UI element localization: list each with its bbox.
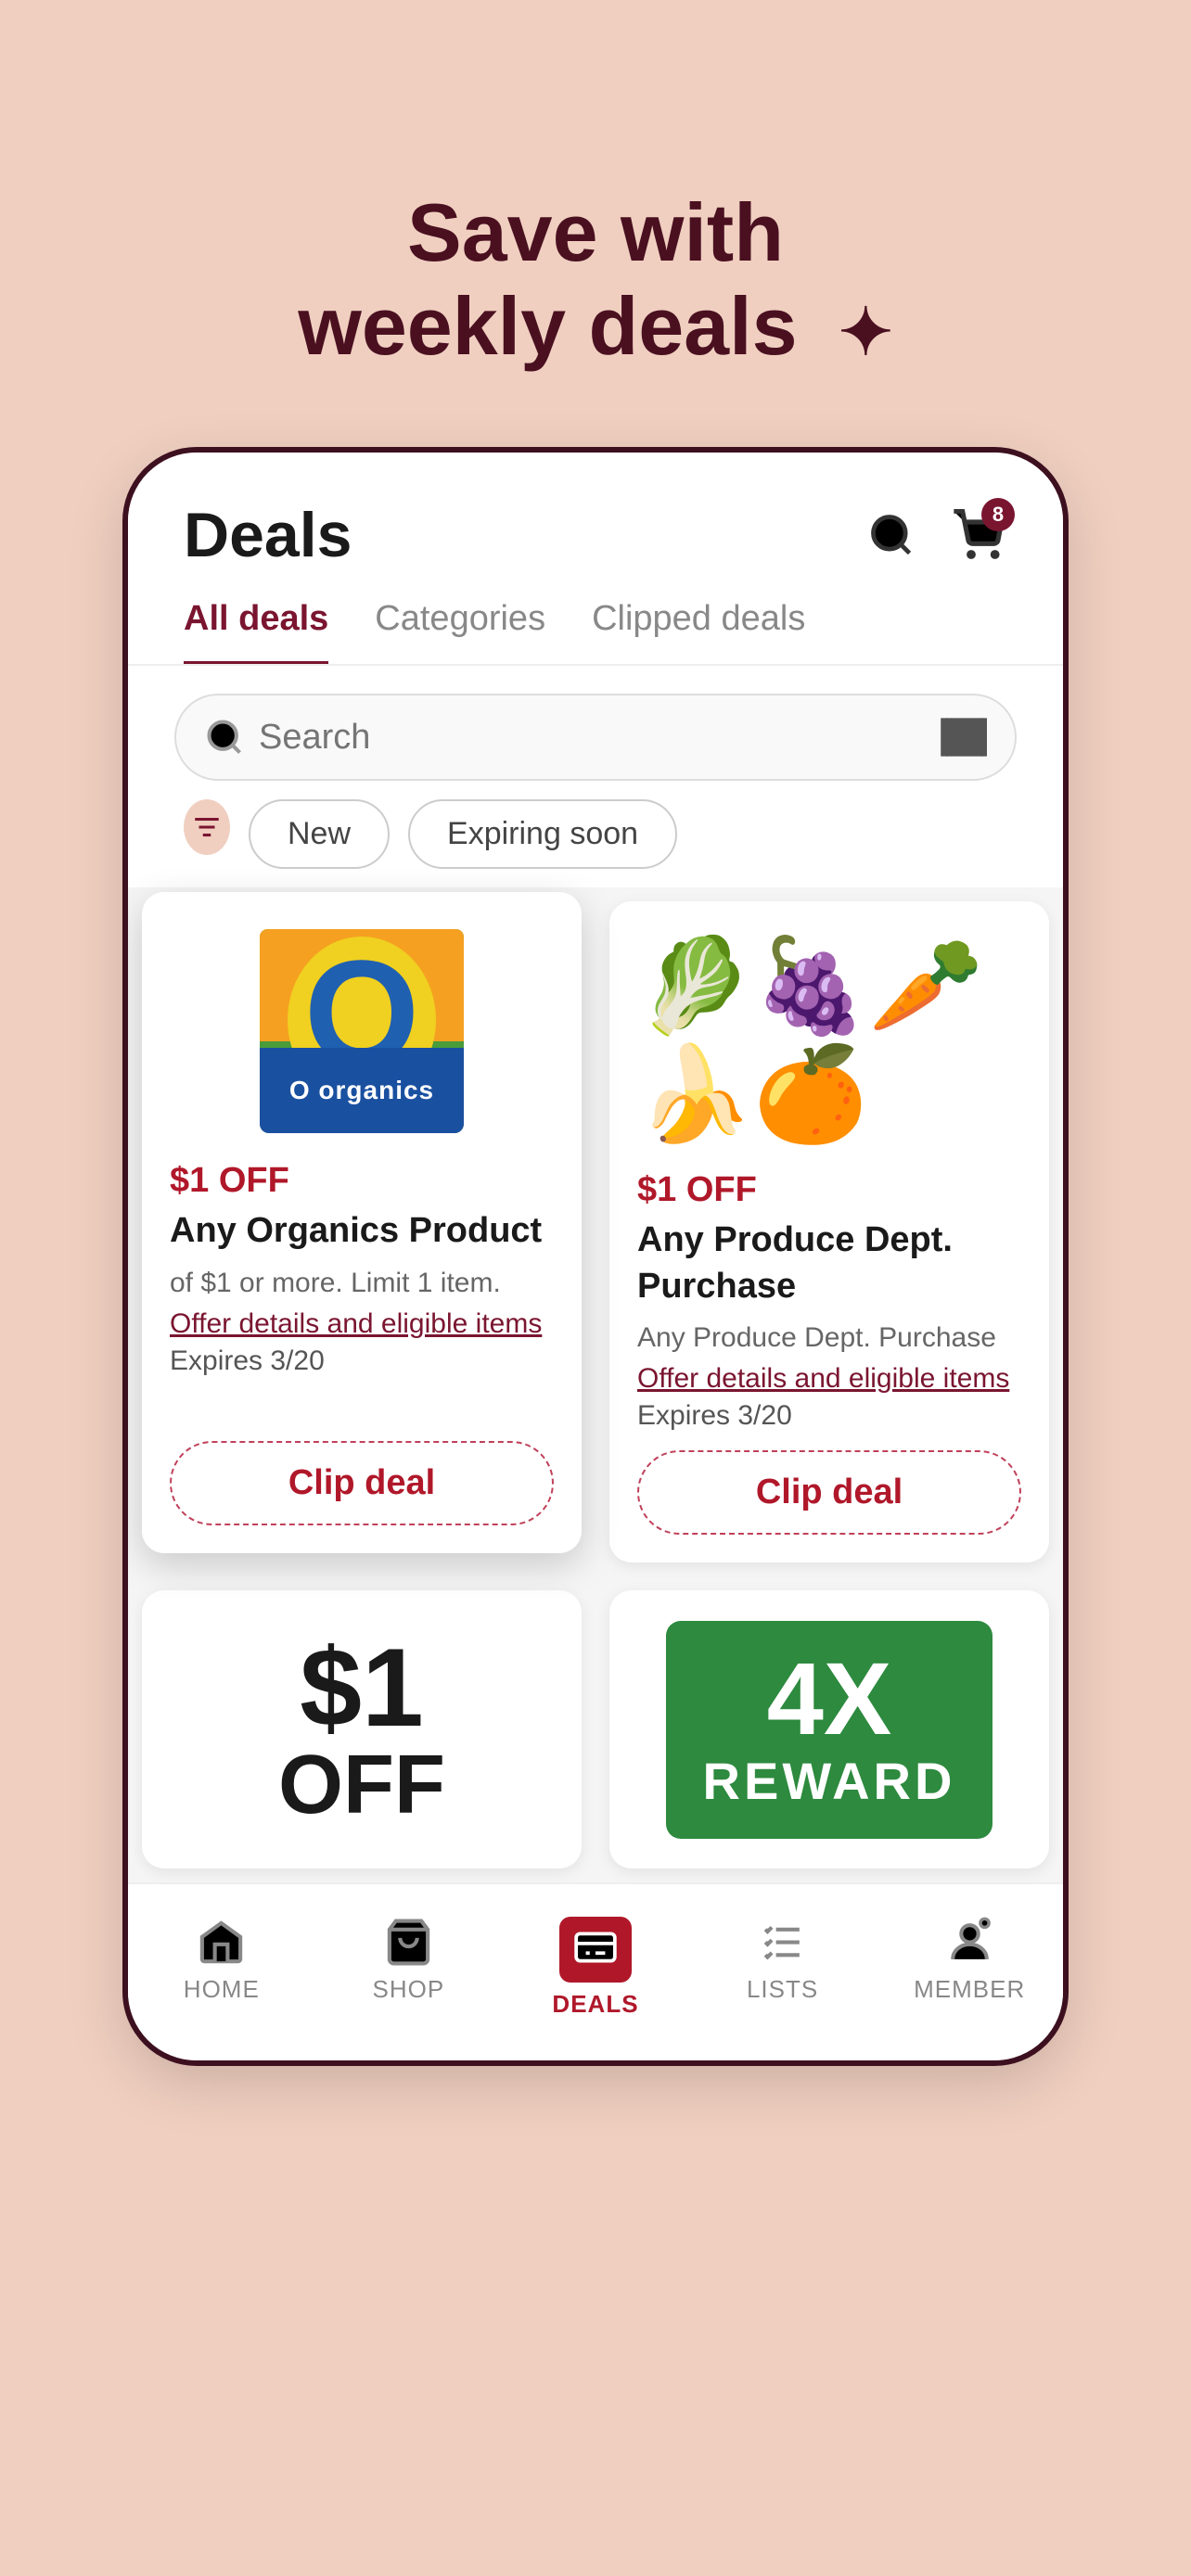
nav-home-label: HOME — [184, 1975, 260, 2004]
search-input[interactable] — [259, 718, 941, 758]
chip-new[interactable]: New — [249, 799, 390, 869]
header-search-button[interactable] — [864, 507, 919, 563]
deal-card-dollar-off: $1 OFF — [142, 1590, 582, 1868]
deal-name-organics: Any Organics Product — [170, 1208, 554, 1254]
search-icon — [204, 717, 245, 758]
reward-card: 4X REWARD — [666, 1621, 993, 1839]
bottom-nav: HOME SHOP DEALS — [128, 1882, 1063, 2060]
reward-label: REWARD — [703, 1751, 956, 1811]
cart-badge: 8 — [981, 498, 1015, 531]
chip-expiring-soon[interactable]: Expiring soon — [408, 799, 677, 869]
hero-title-line1: Save with — [407, 186, 784, 278]
barcode-icon[interactable] — [941, 714, 987, 760]
filter-chips: New Expiring soon — [128, 799, 1063, 887]
deal-link-produce[interactable]: Offer details and eligible items — [637, 1363, 1021, 1395]
nav-member-label: MEMBER — [914, 1975, 1025, 2004]
deal-desc-organics: of $1 or more. Limit 1 item. — [170, 1264, 554, 1303]
dollar-off-label: OFF — [278, 1739, 445, 1831]
produce-image: 🥬🍇🥕🍌🍊 — [637, 929, 1021, 1152]
hero-title-wrap: Save with weekly deals ✦ — [298, 93, 892, 373]
nav-deals[interactable]: DEALS — [502, 1903, 689, 2033]
clip-deal-produce-button[interactable]: Clip deal — [637, 1450, 1021, 1535]
home-icon — [196, 1917, 247, 1968]
nav-member[interactable]: MEMBER — [876, 1903, 1063, 2033]
tab-categories[interactable]: Categories — [375, 599, 545, 664]
member-icon — [944, 1917, 995, 1968]
nav-shop-label: SHOP — [373, 1975, 445, 2004]
reward-multiplier: 4X — [703, 1649, 956, 1751]
app-header: Deals 8 — [128, 453, 1063, 580]
deal-discount-organics: $1 OFF — [170, 1161, 554, 1201]
tab-clipped-deals[interactable]: Clipped deals — [592, 599, 805, 664]
sparkle-icon: ✦ — [839, 296, 893, 368]
deal-card-reward: 4X REWARD — [609, 1590, 1049, 1868]
deal-link-organics[interactable]: Offer details and eligible items — [170, 1308, 554, 1340]
lists-icon — [757, 1917, 808, 1968]
deals-grid: O O organics $1 OFF Any Organics Product… — [128, 887, 1063, 1882]
phone-frame: Deals 8 All deals Categori — [122, 447, 1069, 2066]
organics-image: O O organics — [170, 920, 554, 1142]
deal-desc-produce: Any Produce Dept. Purchase — [637, 1319, 1021, 1358]
nav-home[interactable]: HOME — [128, 1903, 315, 2033]
tabs-bar: All deals Categories Clipped deals — [128, 580, 1063, 666]
clip-deal-organics-button[interactable]: Clip deal — [170, 1441, 554, 1525]
nav-lists[interactable]: LISTS — [689, 1903, 877, 2033]
deal-card-produce: 🥬🍇🥕🍌🍊 $1 OFF Any Produce Dept. Purchase … — [609, 901, 1049, 1562]
hero-title: Save with weekly deals ✦ — [298, 185, 892, 373]
search-bar[interactable] — [174, 694, 1017, 781]
organics-brand-label: O organics — [289, 1076, 434, 1105]
nav-lists-label: LISTS — [747, 1975, 818, 2004]
header-icons: 8 — [864, 505, 1007, 566]
hero-title-line2: weekly deals ✦ — [298, 280, 892, 372]
shop-icon — [383, 1917, 434, 1968]
organics-text-bar: O organics — [260, 1048, 464, 1133]
nav-shop[interactable]: SHOP — [315, 1903, 503, 2033]
organics-logo: O O organics — [260, 929, 464, 1133]
app-title: Deals — [184, 499, 352, 571]
produce-emoji: 🥬🍇🥕🍌🍊 — [637, 929, 1021, 1152]
deals-icon — [572, 1924, 619, 1970]
dollar-off-display: $1 OFF — [278, 1632, 445, 1827]
deal-discount-produce: $1 OFF — [637, 1170, 1021, 1210]
dollar-off-amount: $1 — [300, 1626, 423, 1750]
deal-name-produce: Any Produce Dept. Purchase — [637, 1218, 1021, 1309]
deal-expires-produce: Expires 3/20 — [637, 1400, 1021, 1432]
filter-icon-chip[interactable] — [184, 799, 230, 855]
nav-deals-label: DEALS — [552, 1990, 638, 2019]
deal-card-organics: O O organics $1 OFF Any Organics Product… — [142, 892, 582, 1553]
tab-all-deals[interactable]: All deals — [184, 599, 328, 664]
cart-button[interactable]: 8 — [947, 505, 1007, 566]
hero-section: Save with weekly deals ✦ — [298, 93, 892, 373]
deal-expires-organics: Expires 3/20 — [170, 1345, 554, 1377]
deals-icon-active-bg — [559, 1917, 632, 1983]
